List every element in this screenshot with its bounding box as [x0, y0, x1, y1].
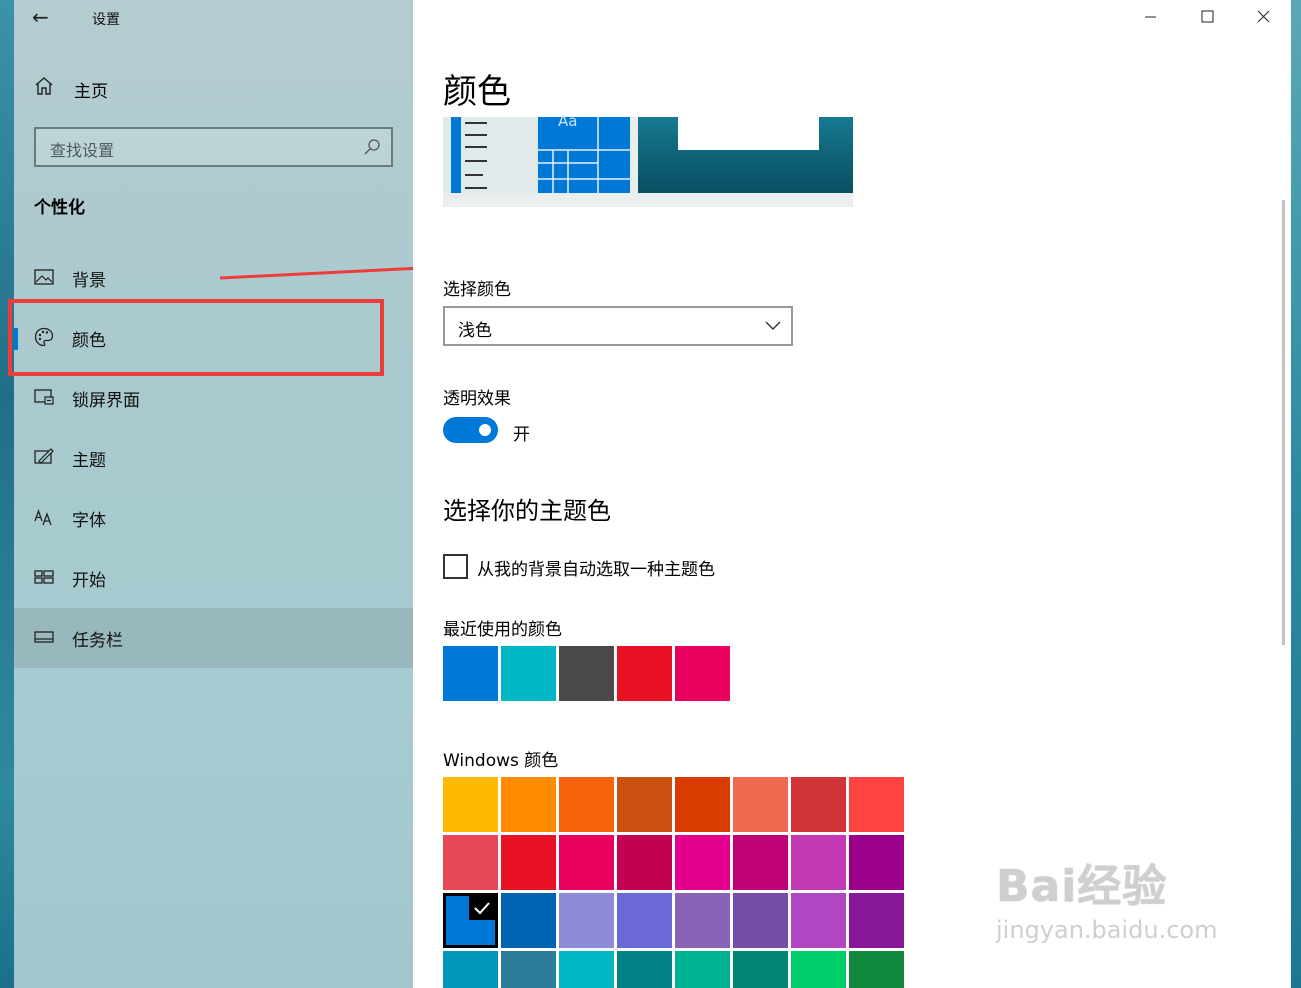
scrollbar[interactable] [1282, 200, 1285, 645]
windows-color-swatch[interactable] [849, 893, 904, 948]
auto-accent-label: 从我的背景自动选取一种主题色 [477, 560, 715, 580]
settings-sidebar: ← 设置 主页 查找设置 个性化 背景 颜色 锁屏界面 主题 字体 开始 任务栏 [14, 0, 413, 988]
preview-tiles: Aa [538, 112, 630, 193]
choose-color-label: 选择颜色 [443, 280, 511, 300]
windows-color-swatch[interactable] [675, 951, 730, 988]
home-icon [35, 77, 53, 95]
preview-window [678, 117, 819, 150]
chevron-down-icon [765, 321, 781, 330]
sidebar-item-taskbar[interactable]: 任务栏 [14, 608, 413, 668]
windows-color-swatch[interactable] [791, 835, 846, 890]
sidebar-item-home[interactable]: 主页 [14, 66, 413, 110]
dropdown-value: 浅色 [458, 321, 492, 341]
windows-color-swatch[interactable] [559, 835, 614, 890]
windows-color-swatch[interactable] [617, 835, 672, 890]
minimize-icon [1145, 16, 1156, 18]
page-title: 颜色 [443, 72, 511, 112]
sidebar-item-themes[interactable]: 主题 [14, 428, 413, 488]
sidebar-item-start[interactable]: 开始 [14, 548, 413, 608]
sidebar-item-label: 字体 [72, 511, 106, 531]
recent-color-swatch[interactable] [443, 646, 498, 701]
picture-icon [34, 269, 54, 285]
windows-color-swatch[interactable] [617, 777, 672, 832]
sidebar-item-label: 开始 [72, 571, 106, 591]
close-button[interactable] [1235, 0, 1291, 34]
windows-color-swatch[interactable] [559, 893, 614, 948]
recent-color-swatch[interactable] [617, 646, 672, 701]
recent-colors-label: 最近使用的颜色 [443, 620, 562, 640]
check-icon [469, 896, 495, 920]
windows-color-swatch[interactable] [443, 893, 498, 948]
search-input[interactable]: 查找设置 [34, 127, 393, 167]
sidebar-item-label: 主题 [72, 451, 106, 471]
windows-color-swatch[interactable] [559, 951, 614, 988]
toggle-knob [479, 424, 491, 436]
annotation-highlight-box [8, 299, 384, 376]
font-icon [34, 509, 52, 526]
toggle-state-label: 开 [513, 425, 530, 445]
lockscreen-icon [34, 389, 54, 405]
maximize-icon [1201, 10, 1214, 23]
desktop-background-right [1291, 0, 1301, 988]
maximize-button[interactable] [1179, 0, 1235, 34]
accent-heading: 选择你的主题色 [443, 497, 611, 525]
windows-color-swatch[interactable] [617, 893, 672, 948]
search-icon[interactable] [363, 138, 381, 156]
start-icon [34, 570, 54, 584]
section-heading: 个性化 [34, 198, 85, 218]
choose-color-dropdown[interactable]: 浅色 [443, 306, 793, 346]
windows-color-swatch[interactable] [501, 777, 556, 832]
windows-colors-label: Windows 颜色 [443, 751, 559, 771]
sidebar-item-label: 主页 [74, 82, 108, 102]
preview-start-list [443, 117, 538, 193]
windows-color-swatch[interactable] [849, 951, 904, 988]
title-bar: ← 设置 [14, 0, 413, 36]
windows-color-swatch[interactable] [733, 951, 788, 988]
windows-color-swatch[interactable] [617, 951, 672, 988]
search-placeholder: 查找设置 [50, 141, 115, 160]
recent-color-swatch[interactable] [501, 646, 556, 701]
preview-sample-text: Aa [558, 112, 578, 130]
windows-color-swatch[interactable] [733, 777, 788, 832]
windows-color-swatch[interactable] [559, 777, 614, 832]
auto-accent-checkbox[interactable] [443, 554, 468, 579]
recent-color-swatch[interactable] [559, 646, 614, 701]
windows-color-swatch[interactable] [443, 835, 498, 890]
minimize-button[interactable] [1122, 0, 1178, 34]
windows-color-swatch[interactable] [443, 777, 498, 832]
windows-color-swatch[interactable] [849, 777, 904, 832]
transparency-label: 透明效果 [443, 389, 511, 409]
windows-color-swatch[interactable] [501, 893, 556, 948]
recent-color-swatch[interactable] [675, 646, 730, 701]
taskbar-icon [34, 631, 54, 643]
sidebar-item-fonts[interactable]: 字体 [14, 488, 413, 548]
windows-color-swatch[interactable] [675, 893, 730, 948]
windows-color-swatch[interactable] [675, 835, 730, 890]
theme-icon [34, 448, 54, 464]
app-title: 设置 [92, 12, 120, 28]
preview-desktop [638, 117, 853, 193]
windows-color-swatch[interactable] [443, 951, 498, 988]
windows-color-swatch[interactable] [501, 951, 556, 988]
windows-color-swatch[interactable] [791, 777, 846, 832]
sidebar-item-label: 背景 [72, 271, 106, 291]
windows-color-swatch[interactable] [675, 777, 730, 832]
sidebar-item-label: 任务栏 [72, 631, 123, 651]
theme-preview: Aa [443, 112, 853, 207]
windows-color-swatch[interactable] [791, 893, 846, 948]
windows-color-swatch[interactable] [791, 951, 846, 988]
settings-content: 颜色 Aa 选择颜色 浅色 透明效果 开 选择你的主题色 从我的背景自动选取一种… [413, 0, 1291, 988]
transparency-toggle[interactable] [443, 417, 498, 443]
close-icon [1257, 10, 1270, 23]
back-arrow-icon[interactable]: ← [32, 5, 49, 29]
sidebar-item-label: 锁屏界面 [72, 391, 140, 411]
windows-color-swatch[interactable] [501, 835, 556, 890]
sidebar-item-lockscreen[interactable]: 锁屏界面 [14, 368, 413, 428]
windows-color-swatch[interactable] [849, 835, 904, 890]
desktop-background-left [0, 0, 14, 988]
windows-color-swatch[interactable] [733, 835, 788, 890]
windows-color-swatch[interactable] [733, 893, 788, 948]
